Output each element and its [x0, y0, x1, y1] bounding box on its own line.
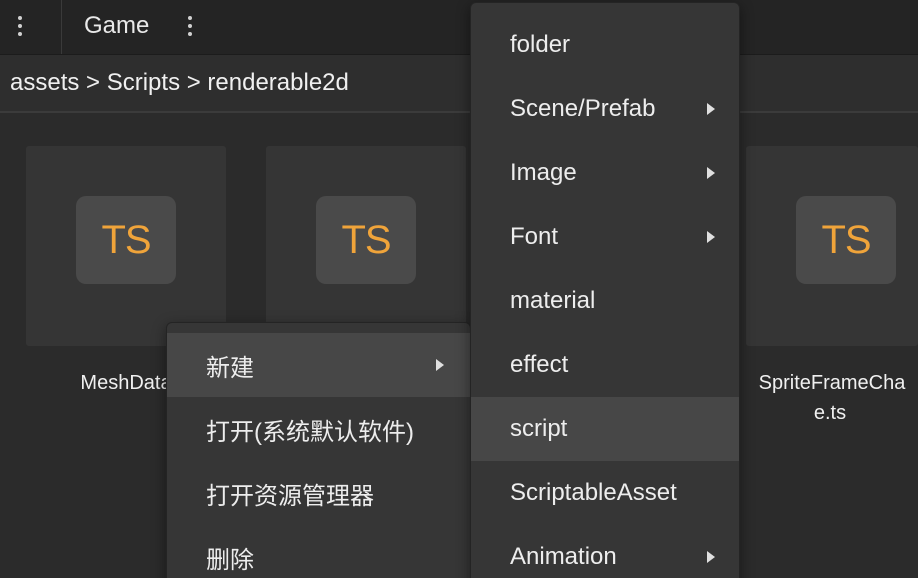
submenu-arrow-icon	[436, 359, 444, 371]
submenu-item-material[interactable]: material	[471, 269, 739, 333]
submenu-item-font[interactable]: Font	[471, 205, 739, 269]
submenu-item-scene-prefab[interactable]: Scene/Prefab	[471, 77, 739, 141]
context-menu: 新建 打开(系统默认软件) 打开资源管理器 删除	[166, 322, 471, 578]
menu-item-label: material	[510, 287, 596, 314]
asset-card[interactable]: TS	[266, 146, 466, 346]
typescript-file-icon: TS	[76, 196, 176, 284]
typescript-file-icon: TS	[316, 196, 416, 284]
asset-card[interactable]: TS	[746, 146, 918, 346]
breadcrumb-path[interactable]: assets > Scripts > renderable2d	[10, 67, 349, 99]
submenu-item-script[interactable]: script	[471, 397, 739, 461]
asset-label-line2: e.ts	[813, 402, 847, 424]
more-options-icon[interactable]	[13, 10, 27, 42]
menu-item-label: 删除	[206, 546, 254, 574]
submenu-item-scriptable-asset[interactable]: ScriptableAsset	[471, 461, 739, 525]
menu-item-label: Font	[510, 223, 559, 250]
menu-item-open-explorer[interactable]: 打开资源管理器	[167, 461, 470, 525]
breadcrumb: assets > Scripts > renderable2d	[0, 55, 918, 113]
submenu-arrow-icon	[707, 167, 715, 179]
menu-item-delete[interactable]: 删除	[167, 525, 470, 578]
tab-bar: Game	[0, 0, 918, 55]
asset-label: SpriteFrameCha e.ts	[746, 368, 918, 428]
menu-item-label: script	[510, 415, 568, 442]
asset-card[interactable]: TS	[26, 146, 226, 346]
tab-divider	[61, 0, 62, 54]
submenu-item-folder[interactable]: folder	[471, 13, 739, 77]
menu-item-label: Animation	[510, 543, 617, 570]
menu-item-label: effect	[510, 351, 569, 378]
submenu-item-effect[interactable]: effect	[471, 333, 739, 397]
menu-item-label: Scene/Prefab	[510, 95, 656, 122]
submenu-item-animation[interactable]: Animation	[471, 525, 739, 578]
submenu-arrow-icon	[707, 551, 715, 563]
new-submenu: folder Scene/Prefab Image Font material …	[470, 2, 740, 578]
menu-item-label: folder	[510, 31, 571, 58]
submenu-item-image[interactable]: Image	[471, 141, 739, 205]
menu-item-label: ScriptableAsset	[510, 479, 677, 506]
menu-item-label: 打开资源管理器	[206, 482, 374, 510]
submenu-arrow-icon	[707, 231, 715, 243]
asset-label-line1: SpriteFrameCha	[758, 372, 906, 394]
tab-menu-icon[interactable]	[183, 10, 197, 42]
menu-item-label: 新建	[206, 354, 254, 382]
tab-game[interactable]: Game	[84, 10, 149, 42]
menu-item-label: Image	[510, 159, 577, 186]
menu-item-label: 打开(系统默认软件)	[206, 418, 414, 446]
typescript-file-icon: TS	[796, 196, 896, 284]
asset-panel: Game assets > Scripts > renderable2d TS …	[0, 0, 918, 578]
menu-item-new[interactable]: 新建	[167, 333, 470, 397]
submenu-arrow-icon	[707, 103, 715, 115]
menu-item-open-default[interactable]: 打开(系统默认软件)	[167, 397, 470, 461]
